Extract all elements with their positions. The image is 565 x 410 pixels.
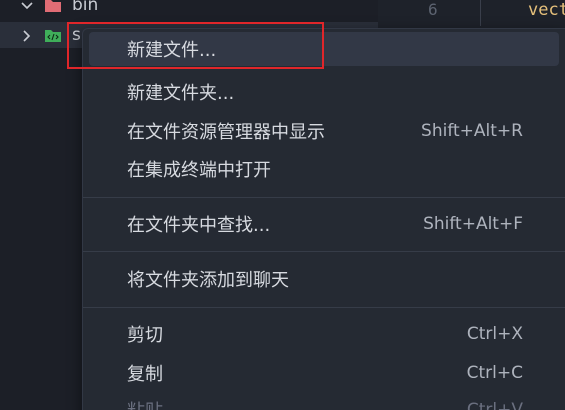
tree-row-label: bin — [72, 0, 99, 15]
menu-item-shortcut: Ctrl+X — [466, 324, 523, 344]
menu-item-shortcut: Shift+Alt+R — [421, 121, 523, 141]
tree-row-label: s — [72, 25, 81, 45]
menu-item-label: 复制 — [127, 364, 163, 385]
folder-code-icon — [44, 27, 62, 43]
line-number: 6 — [428, 0, 438, 19]
chevron-right-icon[interactable] — [20, 28, 34, 42]
menu-item-shortcut: Ctrl+C — [466, 363, 523, 383]
menu-item-label: 新建文件... — [127, 40, 217, 61]
menu-item-copy[interactable]: 复制 Ctrl+C — [89, 356, 559, 390]
tree-row-bin[interactable]: bin — [0, 0, 378, 18]
menu-item-open-in-terminal[interactable]: 在集成终端中打开 — [89, 152, 559, 186]
code-line[interactable]: vect — [528, 0, 565, 20]
menu-item-label: 在集成终端中打开 — [127, 160, 271, 181]
menu-item-label: 新建文件夹... — [127, 83, 235, 104]
menu-item-label: 在文件资源管理器中显示 — [127, 122, 325, 143]
screen: bin s 6 vect 新建文件... 新建文件夹... 在文件资源管理器中显… — [0, 0, 565, 410]
gutter-divider — [480, 0, 481, 26]
chevron-down-icon[interactable] — [20, 0, 34, 12]
menu-separator — [83, 307, 565, 308]
menu-separator — [83, 197, 565, 198]
menu-item-label: 剪切 — [127, 325, 163, 346]
menu-item-find-in-folder[interactable]: 在文件夹中查找... Shift+Alt+F — [89, 207, 559, 241]
menu-item-shortcut: Shift+Alt+F — [423, 214, 523, 234]
menu-item-label: 将文件夹添加到聊天 — [127, 270, 289, 291]
folder-red-icon — [44, 0, 62, 13]
context-menu: 新建文件... 新建文件夹... 在文件资源管理器中显示 Shift+Alt+R… — [82, 28, 565, 410]
menu-item-new-file[interactable]: 新建文件... — [89, 32, 559, 66]
menu-item-paste[interactable]: 粘贴 Ctrl+V — [89, 393, 559, 410]
menu-separator — [83, 251, 565, 252]
menu-item-label: 粘贴 — [127, 397, 163, 410]
menu-item-add-folder-to-chat[interactable]: 将文件夹添加到聊天 — [89, 262, 559, 296]
menu-item-new-folder[interactable]: 新建文件夹... — [89, 75, 559, 109]
menu-item-reveal-in-explorer[interactable]: 在文件资源管理器中显示 Shift+Alt+R — [89, 114, 559, 148]
menu-item-shortcut: Ctrl+V — [466, 400, 523, 410]
menu-item-label: 在文件夹中查找... — [127, 215, 271, 236]
menu-item-cut[interactable]: 剪切 Ctrl+X — [89, 317, 559, 351]
